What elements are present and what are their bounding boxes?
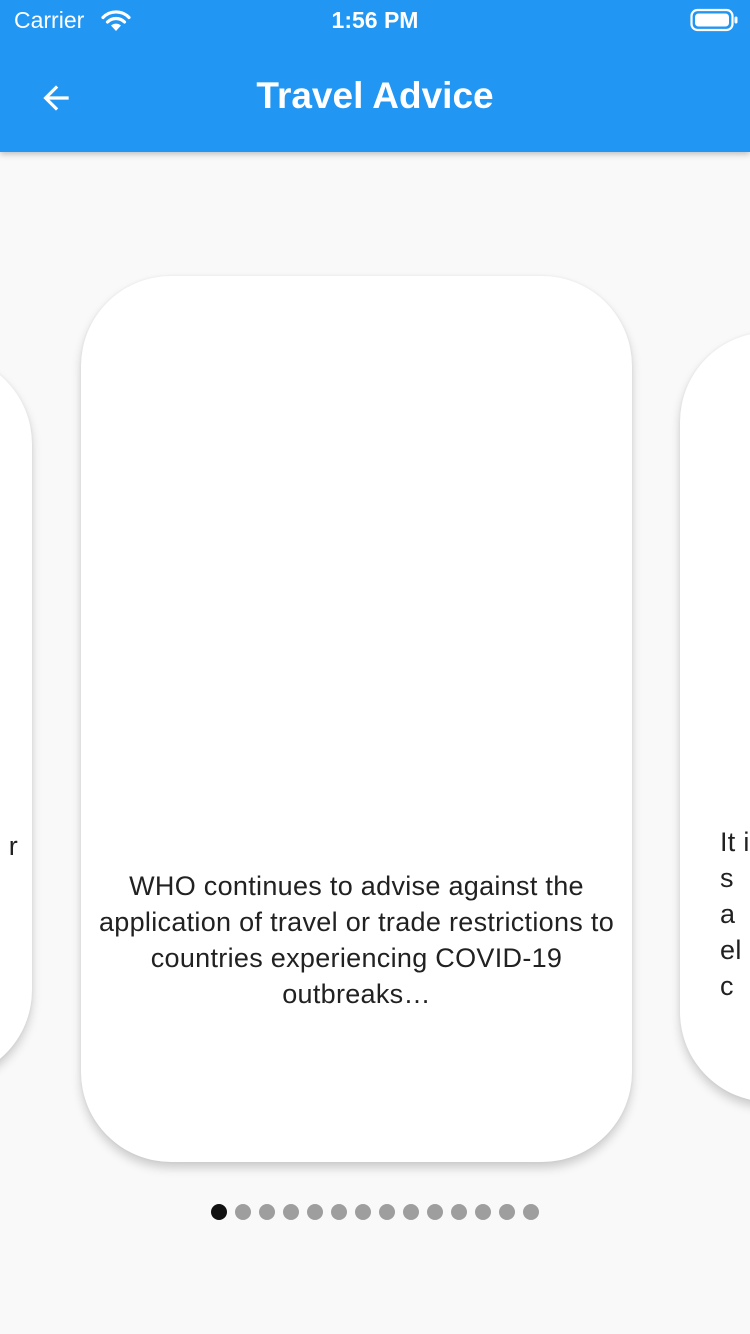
page-dot[interactable] xyxy=(259,1204,275,1220)
battery-icon xyxy=(690,8,738,32)
advice-card-text: r xyxy=(8,831,18,861)
page-dot[interactable] xyxy=(475,1204,491,1220)
page-dot[interactable] xyxy=(379,1204,395,1220)
app-bar: Carrier 1:56 PM Travel Advice xyxy=(0,0,750,152)
page-dot[interactable] xyxy=(499,1204,515,1220)
page-dot[interactable] xyxy=(211,1204,227,1220)
page-title: Travel Advice xyxy=(256,75,494,116)
page-dot[interactable] xyxy=(307,1204,323,1220)
page-dot[interactable] xyxy=(235,1204,251,1220)
advice-card-text: WHO continues to advise against the appl… xyxy=(98,871,615,1009)
page-indicator xyxy=(0,1204,750,1220)
status-bar: Carrier 1:56 PM xyxy=(0,0,750,40)
page-dot[interactable] xyxy=(523,1204,539,1220)
status-time: 1:56 PM xyxy=(331,7,419,33)
page-dot[interactable] xyxy=(283,1204,299,1220)
page-dot[interactable] xyxy=(403,1204,419,1220)
page-dot[interactable] xyxy=(427,1204,443,1220)
advice-card-text: It i s a el c xyxy=(720,827,750,1001)
advice-card-next[interactable]: It i s a el c xyxy=(680,332,750,1102)
advice-carousel[interactable]: r WHO continues to advise against the ap… xyxy=(0,152,750,1334)
page-dot[interactable] xyxy=(451,1204,467,1220)
page-dot[interactable] xyxy=(355,1204,371,1220)
advice-card-previous[interactable]: r xyxy=(0,354,32,1080)
page-dot[interactable] xyxy=(331,1204,347,1220)
advice-card-current[interactable]: WHO continues to advise against the appl… xyxy=(81,276,632,1162)
